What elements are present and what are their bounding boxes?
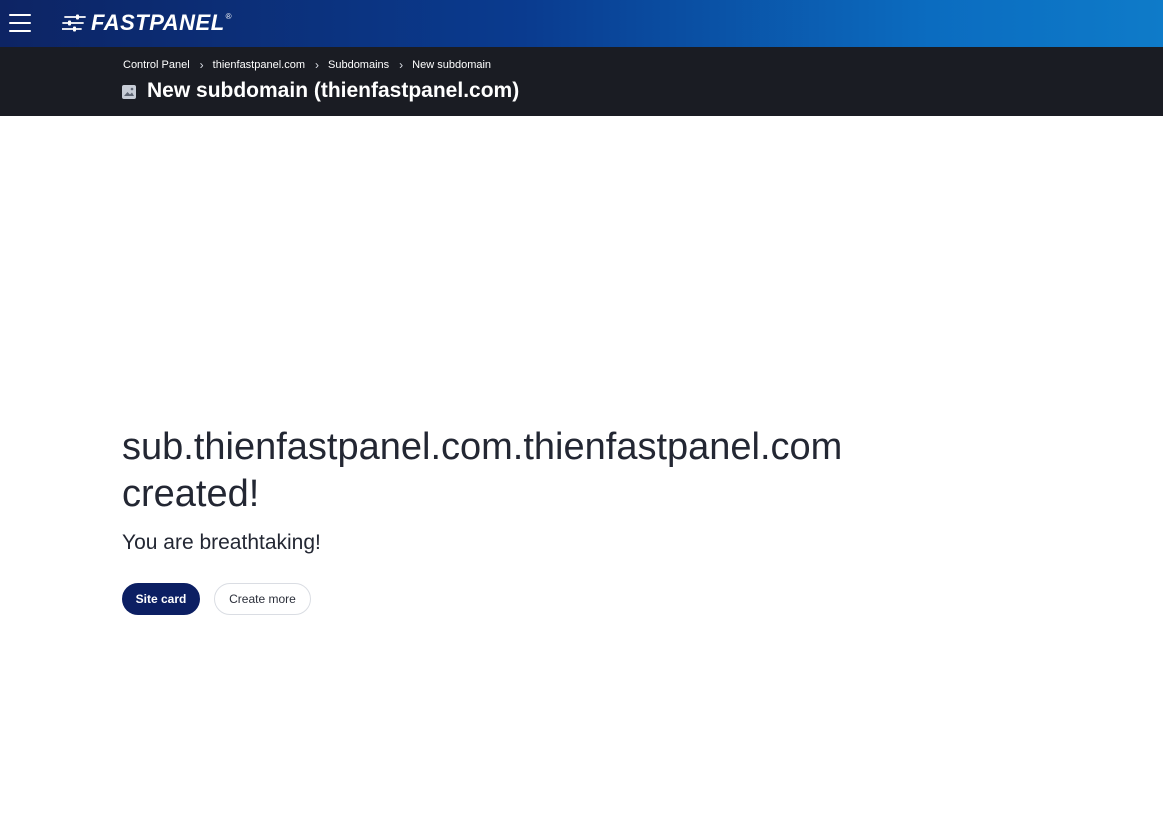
logo-text: FASTPANEL: [91, 10, 225, 35]
fastpanel-logo[interactable]: FASTPANEL ®: [62, 10, 232, 35]
success-subtext: You are breathtaking!: [122, 531, 321, 554]
success-heading: sub.thienfastpanel.com.thienfastpanel.co…: [122, 426, 843, 515]
hamburger-menu-icon[interactable]: [9, 13, 31, 33]
image-icon: [122, 85, 136, 99]
breadcrumb-control-panel[interactable]: Control Panel: [123, 59, 190, 71]
breadcrumb-separator-icon: ›: [399, 57, 404, 72]
breadcrumb-site[interactable]: thienfastpanel.com: [213, 59, 305, 71]
site-card-button[interactable]: Site card: [122, 583, 200, 615]
breadcrumb-separator-icon: ›: [315, 57, 319, 72]
top-navigation-bar: FASTPANEL ®: [0, 0, 1163, 47]
page-title-row: New subdomain (thienfastpanel.com): [122, 79, 519, 103]
logo-sliders-icon: [62, 14, 86, 32]
page-title: New subdomain (thienfastpanel.com): [147, 79, 520, 102]
breadcrumb-subdomains[interactable]: Subdomains: [328, 59, 389, 71]
breadcrumb: Control Panel › thienfastpanel.com › Sub…: [123, 57, 492, 72]
breadcrumb-new-subdomain: New subdomain: [412, 59, 492, 71]
logo-registered-mark: ®: [225, 12, 232, 21]
create-more-button[interactable]: Create more: [214, 583, 311, 615]
breadcrumb-separator-icon: ›: [199, 57, 204, 72]
